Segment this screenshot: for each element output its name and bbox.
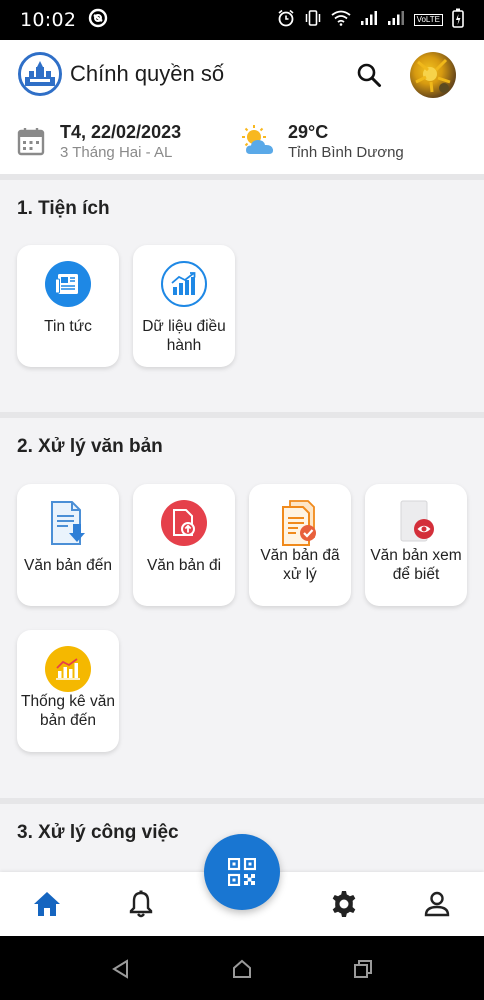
section-divider — [0, 798, 484, 804]
vibrate-icon — [304, 9, 322, 32]
system-recents-button[interactable] — [352, 958, 374, 980]
info-row: T4, 22/02/2023 3 Tháng Hai - AL 29°C Tỉn… — [0, 108, 484, 174]
user-avatar[interactable] — [410, 52, 456, 98]
section-title-work: 3. Xử lý công việc — [17, 822, 179, 843]
signal-icon — [360, 10, 378, 31]
tile-document-statistics[interactable]: Thống kê văn bản đến — [17, 630, 119, 752]
temperature: 29°C — [288, 122, 329, 142]
tile-label: Thống kê văn bản đến — [21, 693, 115, 729]
news-icon — [45, 261, 91, 307]
status-bar: 10:02 VoLTE — [0, 0, 484, 40]
incoming-document-icon — [45, 500, 91, 546]
tile-view-documents[interactable]: Văn bản xem để biết — [365, 484, 467, 606]
statistics-icon — [45, 646, 91, 692]
lunar-date: 3 Tháng Hai - AL — [60, 144, 173, 161]
back-triangle-icon — [112, 959, 128, 979]
tile-incoming-documents[interactable]: Văn bản đến — [17, 484, 119, 606]
bell-icon — [129, 890, 153, 918]
tile-label: Văn bản đi — [146, 557, 222, 574]
volte-icon: VoLTE — [413, 14, 443, 26]
tile-label: Tin tức — [44, 318, 92, 335]
partly-cloudy-icon — [240, 124, 278, 163]
search-button[interactable] — [352, 58, 386, 92]
qr-code-icon — [228, 858, 256, 886]
solar-date: T4, 22/02/2023 — [60, 122, 182, 142]
tile-label: Văn bản đã xử lý — [260, 547, 340, 583]
app-title: Chính quyền số — [70, 61, 225, 86]
tile-news[interactable]: Tin tức — [17, 245, 119, 367]
search-icon — [357, 63, 381, 87]
calendar-icon — [17, 126, 45, 161]
nav-home[interactable] — [31, 888, 63, 920]
system-navigation-bar — [0, 936, 484, 1000]
nav-settings[interactable] — [328, 888, 360, 920]
user-icon — [424, 891, 450, 917]
section-divider — [0, 412, 484, 418]
tile-label: Văn bản xem để biết — [370, 547, 462, 583]
home-outline-icon — [233, 959, 251, 978]
battery-icon — [452, 8, 464, 33]
status-time: 10:02 — [20, 9, 77, 31]
system-home-button[interactable] — [231, 958, 253, 980]
tile-operational-data[interactable]: Dữ liệu điều hành — [133, 245, 235, 367]
nav-profile[interactable] — [421, 888, 453, 920]
tile-label: Văn bản đến — [24, 557, 112, 574]
nav-notifications[interactable] — [125, 888, 157, 920]
wifi-icon — [331, 10, 351, 31]
chart-icon — [161, 261, 207, 307]
section-divider — [0, 174, 484, 180]
gear-icon — [332, 891, 356, 917]
alarm-icon — [277, 9, 295, 32]
view-document-icon — [393, 500, 439, 546]
signal-2-icon — [387, 10, 405, 31]
outgoing-document-icon — [161, 500, 207, 546]
tile-label: Dữ liệu điều hành — [142, 318, 226, 354]
section-title-utilities: 1. Tiện ích — [17, 198, 110, 219]
system-back-button[interactable] — [110, 958, 132, 980]
location: Tỉnh Bình Dương — [288, 144, 404, 161]
city-logo-icon — [18, 52, 62, 96]
tile-outgoing-documents[interactable]: Văn bản đi — [133, 484, 235, 606]
processed-document-icon — [277, 500, 323, 546]
home-icon — [34, 892, 60, 916]
app-notification-icon — [88, 8, 108, 33]
tile-processed-documents[interactable]: Văn bản đã xử lý — [249, 484, 351, 606]
recents-icon — [354, 960, 372, 978]
app-header: Chính quyền số — [0, 40, 484, 108]
section-title-documents: 2. Xử lý văn bản — [17, 436, 163, 457]
qr-scan-button[interactable] — [204, 834, 280, 910]
